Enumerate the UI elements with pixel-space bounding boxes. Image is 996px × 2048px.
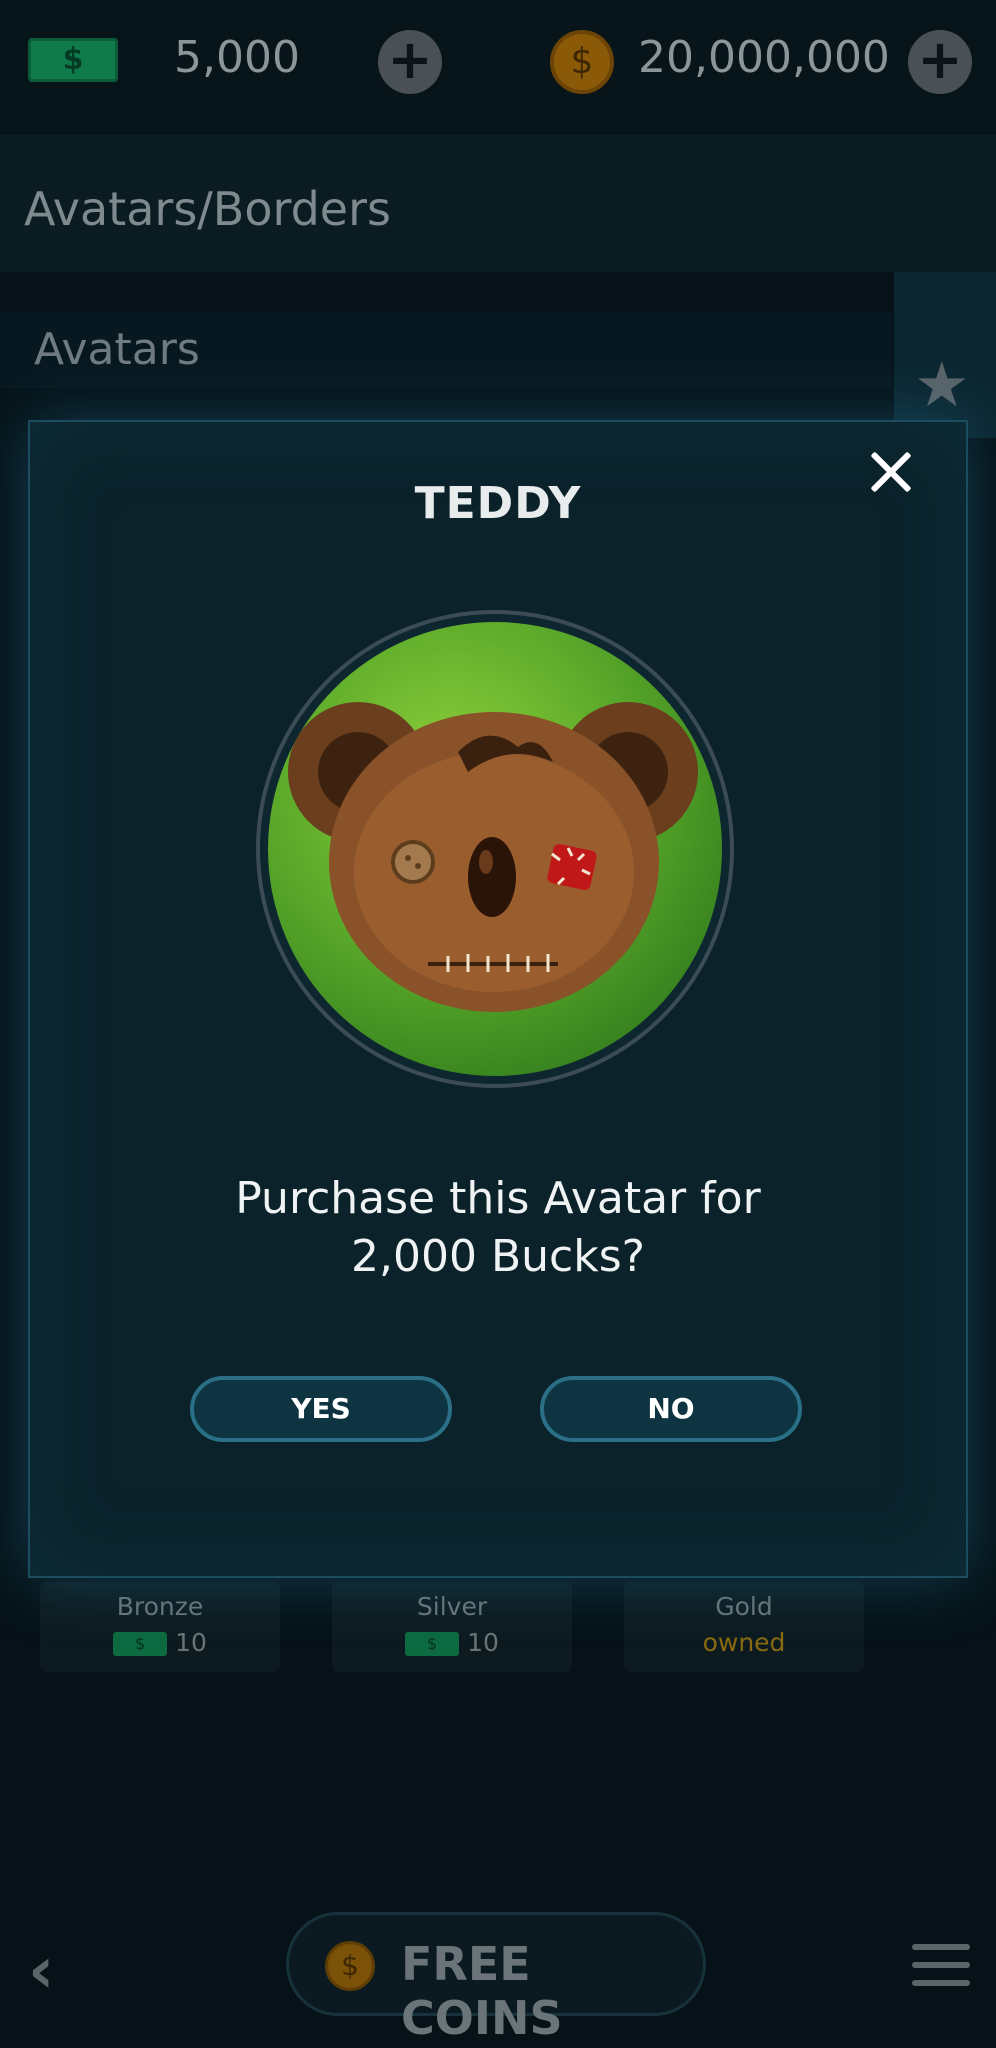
dialog-title: TEDDY bbox=[414, 478, 582, 529]
card-price: $10 bbox=[332, 1628, 572, 1657]
avatars-title: Avatars bbox=[34, 324, 200, 375]
border-card-bronze[interactable]: Bronze $10 bbox=[40, 1582, 280, 1672]
free-coins-label: FREE COINS bbox=[401, 1937, 563, 2045]
card-name: Bronze bbox=[116, 1592, 204, 1621]
coin-icon: $ bbox=[550, 30, 614, 94]
cash-icon: $ bbox=[28, 38, 118, 82]
card-owned-status: owned bbox=[702, 1628, 786, 1657]
teddy-bear-icon bbox=[288, 702, 698, 1012]
card-name: Silver bbox=[416, 1592, 488, 1621]
free-coins-button[interactable]: $ FREE COINS bbox=[286, 1912, 706, 2045]
hamburger-menu-icon[interactable] bbox=[912, 1944, 970, 1988]
star-icon: ★ bbox=[914, 348, 970, 421]
teddy-avatar-image bbox=[268, 622, 722, 1076]
message-line-1: Purchase this Avatar for bbox=[235, 1173, 761, 1224]
add-coins-button[interactable]: + bbox=[908, 30, 972, 94]
top-bar: $ 5,000 + $ 20,000,000 + bbox=[0, 0, 996, 132]
add-cash-button[interactable]: + bbox=[378, 30, 442, 94]
yes-button[interactable]: YES bbox=[190, 1376, 452, 1442]
coin-balance: 20,000,000 bbox=[638, 32, 890, 83]
cash-balance: 5,000 bbox=[174, 32, 300, 83]
border-card-gold[interactable]: Gold owned bbox=[624, 1582, 864, 1672]
cash-icon: $ bbox=[405, 1632, 460, 1656]
coin-icon: $ bbox=[325, 1941, 375, 1991]
purchase-message: Purchase this Avatar for 2,000 Bucks? bbox=[28, 1170, 968, 1286]
favorites-tab[interactable]: ★ bbox=[894, 272, 996, 438]
cash-icon: $ bbox=[113, 1632, 168, 1656]
section-header: Avatars/Borders bbox=[0, 134, 996, 272]
border-card-silver[interactable]: Silver $10 bbox=[332, 1582, 572, 1672]
card-price: $10 bbox=[40, 1628, 280, 1657]
avatars-section-header: Avatars bbox=[0, 312, 892, 388]
message-line-2: 2,000 Bucks? bbox=[351, 1231, 645, 1282]
page-title: Avatars/Borders bbox=[24, 182, 391, 236]
chevron-left-icon[interactable]: ‹ bbox=[28, 1934, 54, 2008]
no-button[interactable]: NO bbox=[540, 1376, 802, 1442]
card-name: Gold bbox=[715, 1592, 773, 1621]
